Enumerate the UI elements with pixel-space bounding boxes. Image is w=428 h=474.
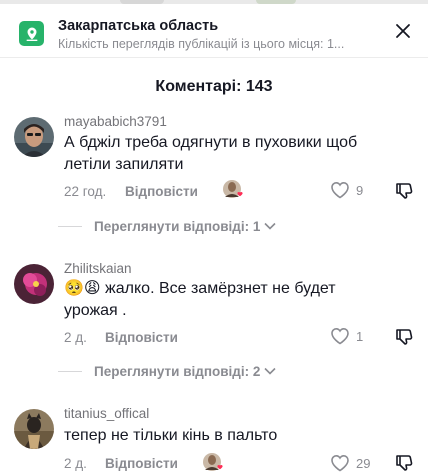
comment-text: А бджіл треба одягнути в пуховики щоб ле… xyxy=(64,134,358,173)
dislike-button[interactable] xyxy=(394,181,414,206)
like-button[interactable]: 1 xyxy=(330,327,363,345)
like-count: 1 xyxy=(356,328,364,344)
comment-item: titanius_offical тепер не тільки кінь в … xyxy=(0,406,428,474)
dislike-button[interactable] xyxy=(394,453,414,474)
heart-icon xyxy=(331,454,349,472)
like-button[interactable]: 9 xyxy=(330,181,363,199)
location-bar[interactable]: Закарпатська область Кількість перегляді… xyxy=(0,4,428,58)
like-button[interactable]: 29 xyxy=(330,454,370,472)
comment-username[interactable]: mayababich3791 xyxy=(64,114,167,129)
comments-count-header: Коментарі: 143 xyxy=(155,78,273,95)
like-count: 29 xyxy=(356,455,371,471)
comment-text: 🥺😩 жалко. Все замёрзнет не будет урожая … xyxy=(64,280,336,319)
avatar[interactable] xyxy=(14,117,54,157)
reply-button[interactable]: Відповісти xyxy=(105,330,178,345)
comment-item: Zhilitskaian 🥺😩 жалко. Все замёрзнет не … xyxy=(0,260,428,380)
location-title: Закарпатська область xyxy=(58,18,219,34)
view-replies-button[interactable]: Переглянути відповіді: 1 xyxy=(58,217,276,235)
avatar[interactable] xyxy=(14,409,54,449)
comment-time: 22 год. xyxy=(64,184,107,199)
thumbs-down-icon xyxy=(396,455,413,471)
location-subtitle: Кількість переглядів публікацій із цього… xyxy=(58,37,345,51)
location-pin-icon xyxy=(19,21,44,46)
view-replies-button[interactable]: Переглянути відповіді: 2 xyxy=(58,362,276,380)
heart-icon xyxy=(331,181,349,199)
close-icon[interactable] xyxy=(392,20,414,42)
heart-icon xyxy=(331,327,349,345)
comment-text: тепер не тільки кінь в пальто xyxy=(64,427,278,444)
comment-time: 2 д. xyxy=(64,456,87,471)
avatar[interactable] xyxy=(14,264,54,304)
dislike-button[interactable] xyxy=(394,327,414,352)
creator-liked-badge xyxy=(202,452,224,474)
creator-liked-badge xyxy=(222,179,244,201)
comment-item: mayababich3791 А бджіл треба одягнути в … xyxy=(0,112,428,235)
chevron-down-icon xyxy=(264,362,276,380)
like-count: 9 xyxy=(356,182,364,198)
reply-button[interactable]: Відповісти xyxy=(125,184,198,199)
comment-time: 2 д. xyxy=(64,330,87,345)
chevron-down-icon xyxy=(264,217,276,235)
comment-username[interactable]: Zhilitskaian xyxy=(64,261,132,276)
thumbs-down-icon xyxy=(396,329,413,345)
comment-username[interactable]: titanius_offical xyxy=(64,406,149,421)
thumbs-down-icon xyxy=(396,183,413,199)
reply-button[interactable]: Відповісти xyxy=(105,456,178,471)
